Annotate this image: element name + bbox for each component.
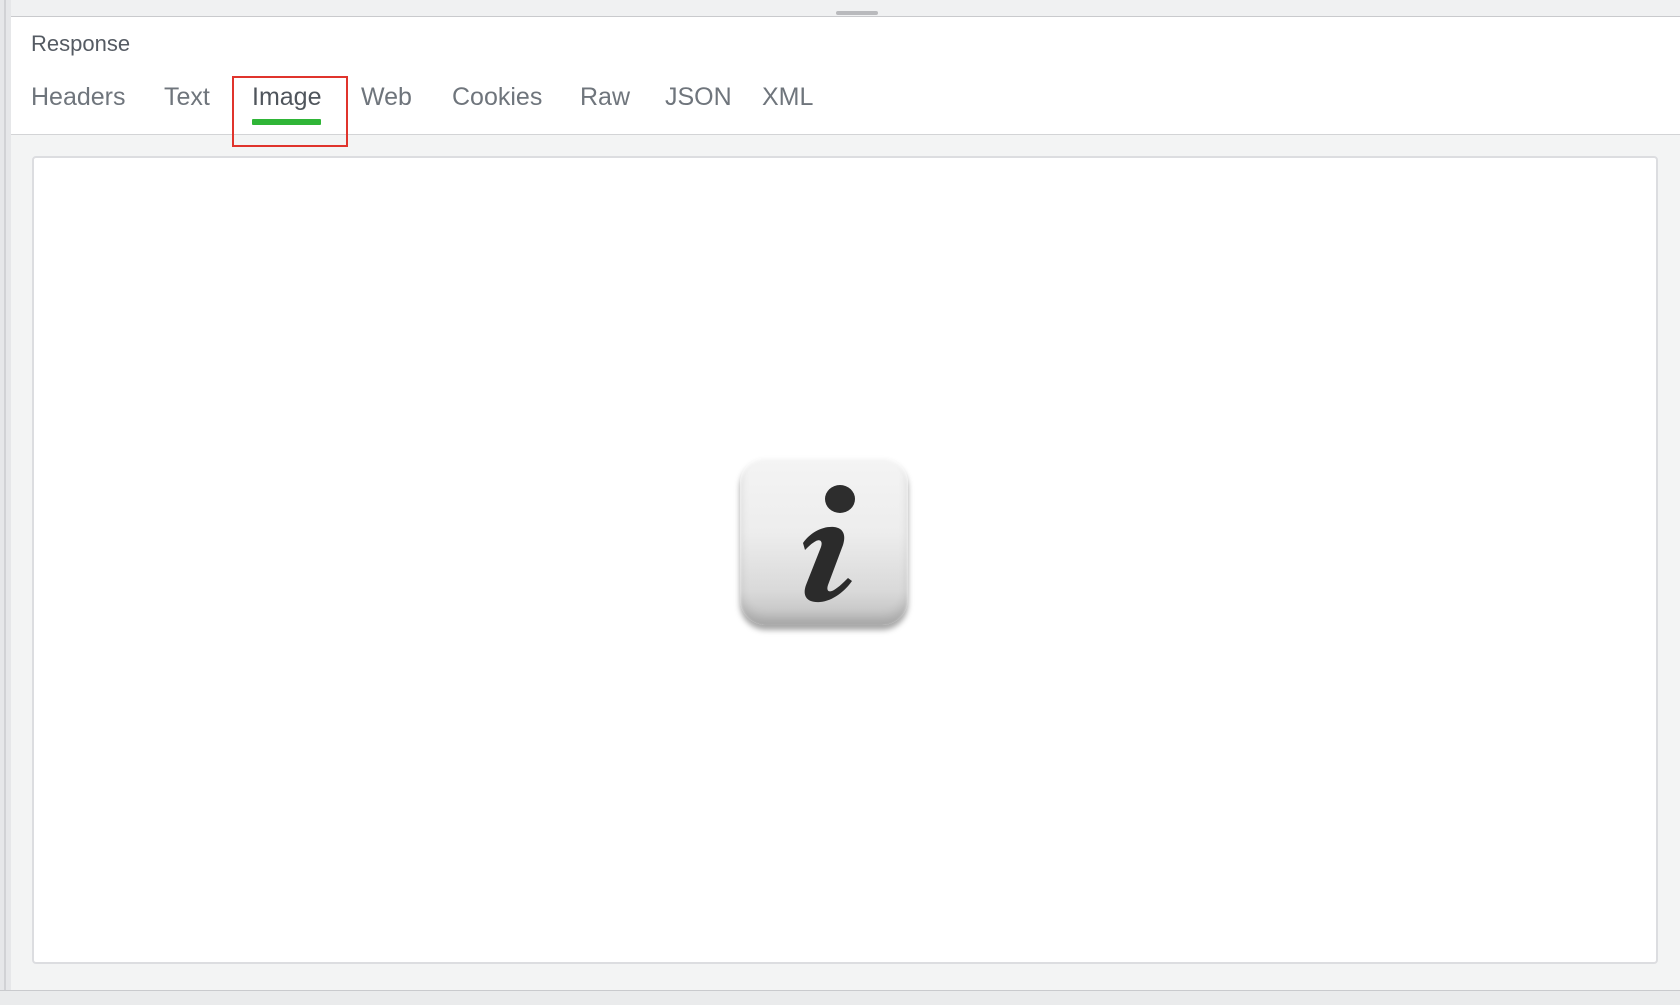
tab-label: Image bbox=[252, 83, 322, 111]
tab-label: Headers bbox=[31, 83, 126, 111]
tab-label: JSON bbox=[665, 83, 732, 111]
tab-web[interactable]: Web bbox=[361, 77, 412, 134]
response-tab-bar: Headers Text Image Web Cookies Raw JSON bbox=[11, 77, 1680, 134]
tab-label: Raw bbox=[580, 83, 631, 111]
active-tab-indicator bbox=[252, 119, 322, 125]
bottom-status-strip bbox=[0, 990, 1680, 1005]
splitter-grip-handle[interactable] bbox=[836, 11, 878, 15]
tab-text[interactable]: Text bbox=[164, 77, 210, 134]
top-splitter-bar[interactable] bbox=[11, 0, 1680, 17]
tab-label: Cookies bbox=[452, 83, 543, 111]
tab-json[interactable]: JSON bbox=[665, 77, 732, 134]
info-icon bbox=[740, 457, 908, 625]
tab-headers[interactable]: Headers bbox=[31, 77, 126, 134]
info-glyph bbox=[803, 485, 855, 603]
tab-label: Text bbox=[164, 83, 210, 111]
tab-cookies[interactable]: Cookies bbox=[452, 77, 542, 134]
tab-xml[interactable]: XML bbox=[762, 77, 813, 134]
panel-title: Response bbox=[31, 31, 131, 56]
tab-label: XML bbox=[762, 83, 814, 111]
response-panel-header: Response Headers Text Image Web Cookies … bbox=[11, 17, 1680, 147]
tab-label: Web bbox=[361, 83, 412, 111]
tab-raw[interactable]: Raw bbox=[580, 77, 630, 134]
tab-image[interactable]: Image bbox=[252, 77, 322, 134]
